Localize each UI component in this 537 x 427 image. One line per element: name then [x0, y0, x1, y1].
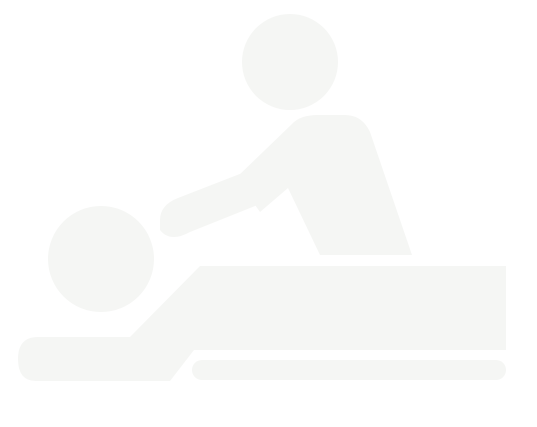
- massage-pictogram-canvas: [0, 0, 537, 427]
- patient-head: [48, 206, 154, 312]
- therapist-head: [242, 14, 338, 110]
- massage-table: [192, 360, 506, 380]
- therapist-torso: [236, 115, 412, 255]
- massage-therapy-icon: [18, 14, 506, 381]
- therapist-arm: [160, 170, 265, 238]
